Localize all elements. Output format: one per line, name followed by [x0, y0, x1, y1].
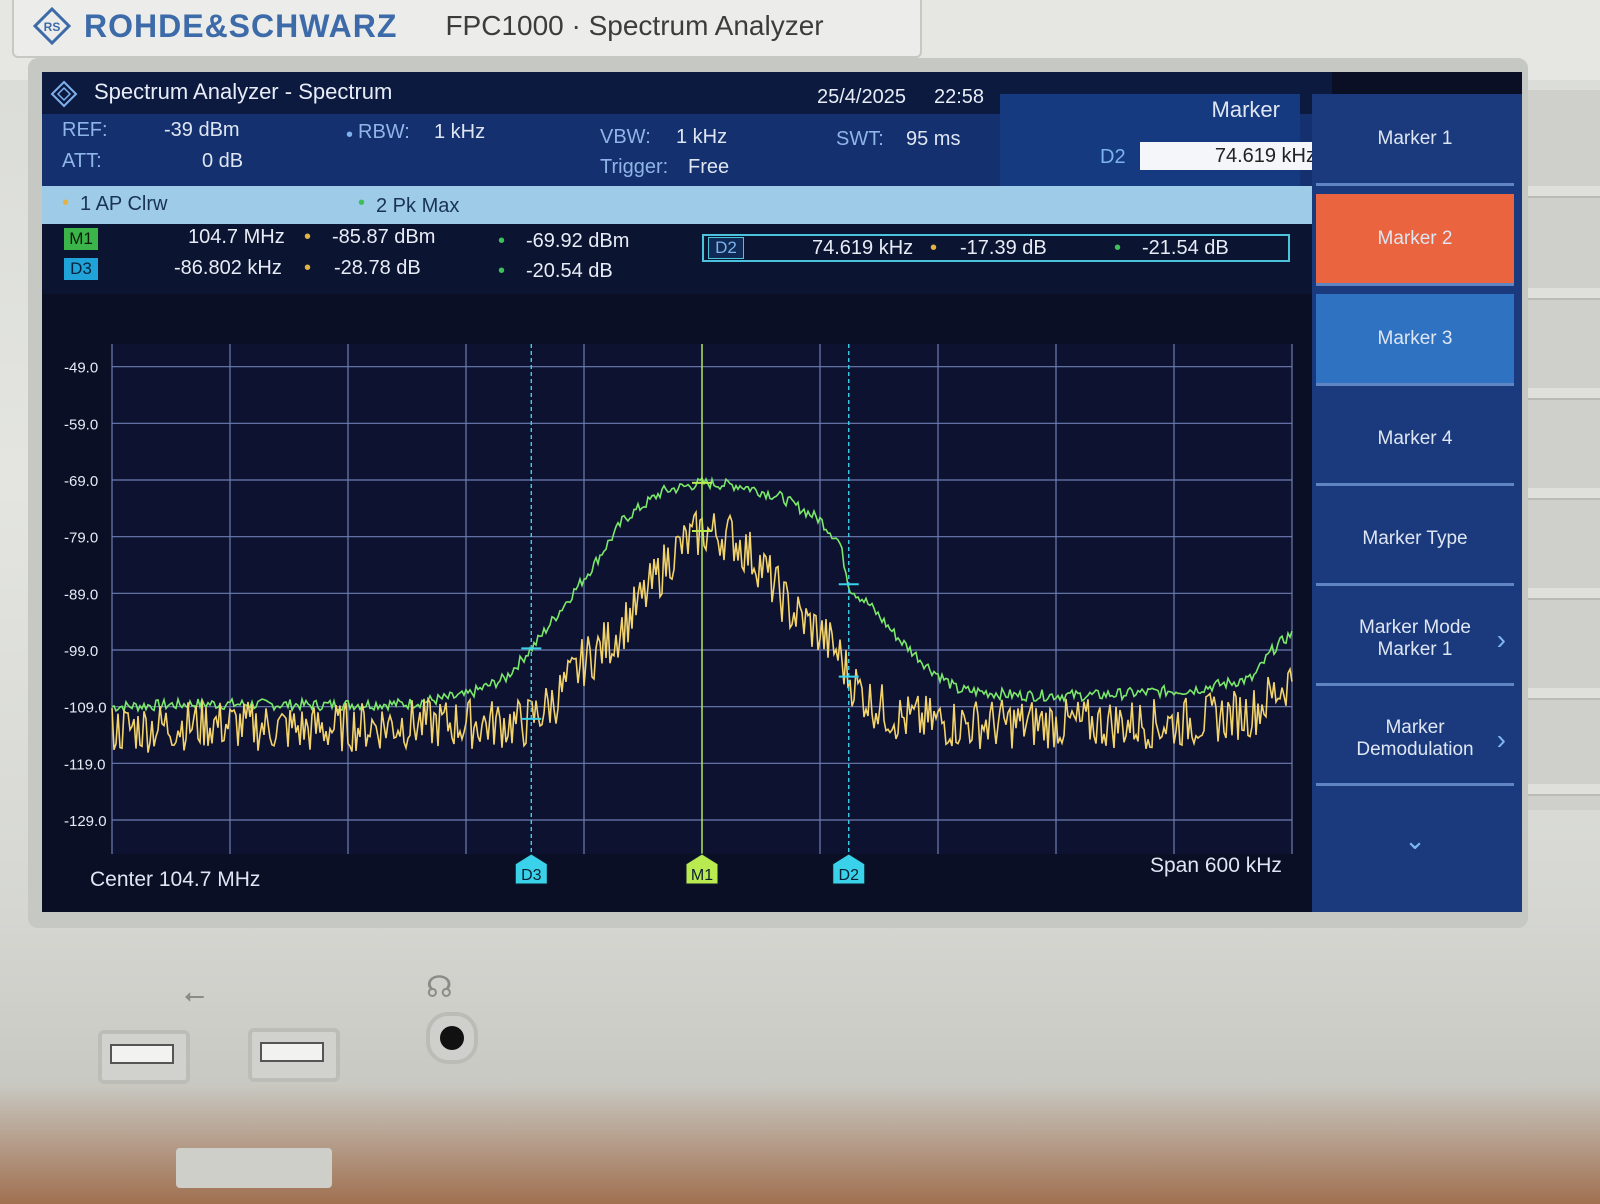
trigger-value[interactable]: Free: [688, 156, 729, 179]
y-tick-label: -119.0: [64, 756, 105, 773]
att-value[interactable]: 0 dB: [202, 150, 243, 173]
softkey-label: Marker 1: [1377, 127, 1453, 149]
chevron-right-icon: ›: [1496, 624, 1506, 655]
y-tick-label: -69.0: [64, 473, 98, 490]
trigger-label: Trigger:: [600, 156, 669, 178]
d3-value-trace1: -28.78 dB: [334, 257, 421, 279]
analyzer-screen: Spectrum Analyzer - Spectrum 25/4/2025 2…: [42, 72, 1522, 912]
d2-dot-trace1: •: [930, 237, 938, 259]
att-label: ATT:: [62, 150, 102, 172]
d2-x: 74.619 kHz: [812, 237, 914, 259]
softkey-marker-4[interactable]: Marker 4: [1316, 394, 1514, 486]
marker-flag-label: D2: [839, 867, 860, 884]
rohde-schwarz-logo-icon: RS: [32, 6, 72, 46]
d2-value-trace2: -21.54 dB: [1142, 237, 1229, 259]
span-label[interactable]: Span 600 kHz: [1150, 854, 1282, 878]
marker-input-label: D2: [1100, 146, 1126, 168]
marker-flag-label: M1: [691, 867, 713, 884]
softkey-label: Marker 2: [1377, 227, 1453, 249]
d3-tag[interactable]: D3: [64, 258, 98, 280]
trace2-dot: •: [358, 192, 366, 214]
y-tick-label: -79.0: [64, 530, 98, 547]
trace2-label[interactable]: 2 Pk Max: [376, 195, 459, 218]
date-display: 25/4/2025: [817, 86, 906, 108]
softkey-marker-2[interactable]: Marker 2: [1316, 194, 1514, 286]
softkey-marker-3[interactable]: Marker 3: [1316, 294, 1514, 386]
d2-tag: D2: [708, 237, 744, 259]
d2-value-trace1: -17.39 dB: [960, 237, 1047, 259]
swt-label: SWT:: [836, 128, 884, 150]
m1-tag[interactable]: M1: [64, 228, 98, 250]
app-diamond-icon: [50, 80, 78, 113]
softkey-panel: Marker 1 Marker 2 Marker 3 Marker 4 Mark…: [1312, 94, 1522, 912]
marker-header: Marker D2 74.619 kHz: [1000, 94, 1322, 186]
headphone-icon: ☊: [426, 971, 453, 1004]
marker-flag-label: D3: [521, 867, 542, 884]
softkey-label: Marker Type: [1362, 527, 1468, 549]
y-tick-label: -129.0: [64, 813, 107, 830]
y-tick-label: -89.0: [64, 586, 98, 603]
trace1-dot: •: [62, 192, 70, 214]
d3-dot-trace1: •: [304, 257, 312, 279]
m1-value-trace2: -69.92 dBm: [526, 230, 630, 252]
softkey-label: Marker Demodulation: [1356, 716, 1474, 760]
brand-name: ROHDE&SCHWARZ: [84, 7, 398, 44]
softkey-marker-type[interactable]: Marker Type: [1316, 494, 1514, 586]
m1-dot-trace1: •: [304, 226, 312, 248]
marker-readout-table: M1 104.7 MHz • -85.87 dBm • -69.92 dBm D…: [42, 224, 1312, 294]
instrument-foot: [176, 1148, 332, 1188]
chevron-down-icon: ⌄: [1404, 824, 1426, 855]
y-tick-label: -109.0: [64, 700, 107, 717]
d3-dot-trace2: •: [498, 260, 506, 282]
softkey-marker-mode[interactable]: Marker Mode Marker 1 ›: [1316, 594, 1514, 686]
marker-frequency-input[interactable]: 74.619 kHz: [1140, 142, 1322, 170]
softkey-marker-demodulation[interactable]: Marker Demodulation ›: [1316, 694, 1514, 786]
ref-label: REF:: [62, 119, 108, 141]
brand-plate: RS ROHDE&SCHWARZ FPC1000 · Spectrum Anal…: [12, 0, 922, 58]
spectrum-plot[interactable]: -49.0 -59.0 -69.0 -79.0 -89.0 -99.0 -109.0 -119…: [42, 294, 1312, 912]
usb-symbol-icon: ⭠: [184, 980, 205, 1010]
softkey-label: Marker Mode Marker 1: [1359, 616, 1471, 660]
time-display: 22:58: [934, 86, 985, 108]
trace1-label[interactable]: 1 AP Clrw: [80, 193, 167, 216]
front-panel-bottom: [0, 940, 1600, 1140]
vbw-label: VBW:: [600, 126, 651, 148]
d2-readout-row[interactable]: D2 74.619 kHz • -17.39 dB • -21.54 dB: [702, 234, 1290, 262]
usb-port-2[interactable]: [248, 1028, 340, 1082]
chevron-right-icon: ›: [1496, 724, 1506, 755]
center-frequency-label[interactable]: Center 104.7 MHz: [90, 868, 260, 892]
rbw-value[interactable]: 1 kHz: [434, 121, 485, 144]
swt-value[interactable]: 95 ms: [906, 128, 960, 151]
marker-menu-title: Marker: [1211, 97, 1280, 122]
d2-dot-trace2: •: [1114, 237, 1122, 259]
y-tick-label: -49.0: [64, 360, 98, 377]
m1-dot-trace2: •: [498, 230, 506, 252]
softkey-label: Marker 4: [1377, 427, 1453, 449]
softkey-marker-1[interactable]: Marker 1: [1316, 94, 1514, 186]
model-name: FPC1000 · Spectrum Analyzer: [445, 10, 824, 41]
window-title: Spectrum Analyzer - Spectrum: [94, 79, 393, 104]
side-key-tray: [1528, 90, 1600, 810]
d3-x: -86.802 kHz: [174, 257, 282, 279]
y-tick-label: -59.0: [64, 416, 98, 433]
softkey-label: Marker 3: [1377, 327, 1453, 349]
m1-x: 104.7 MHz: [188, 226, 285, 248]
softkey-more[interactable]: ⌄: [1316, 794, 1514, 886]
usb-port-1[interactable]: [98, 1030, 190, 1084]
m1-value-trace1: -85.87 dBm: [332, 226, 436, 248]
rbw-label: RBW:: [358, 121, 410, 143]
headphone-jack[interactable]: [426, 1012, 478, 1064]
y-tick-label: -99.0: [64, 643, 98, 660]
svg-text:RS: RS: [44, 20, 61, 34]
vbw-value[interactable]: 1 kHz: [676, 126, 727, 149]
trace-bar: • 1 AP Clrw • 2 Pk Max: [42, 186, 1312, 224]
rbw-coupled-dot: •: [346, 124, 354, 146]
d3-value-trace2: -20.54 dB: [526, 260, 613, 282]
ref-value[interactable]: -39 dBm: [164, 119, 240, 142]
